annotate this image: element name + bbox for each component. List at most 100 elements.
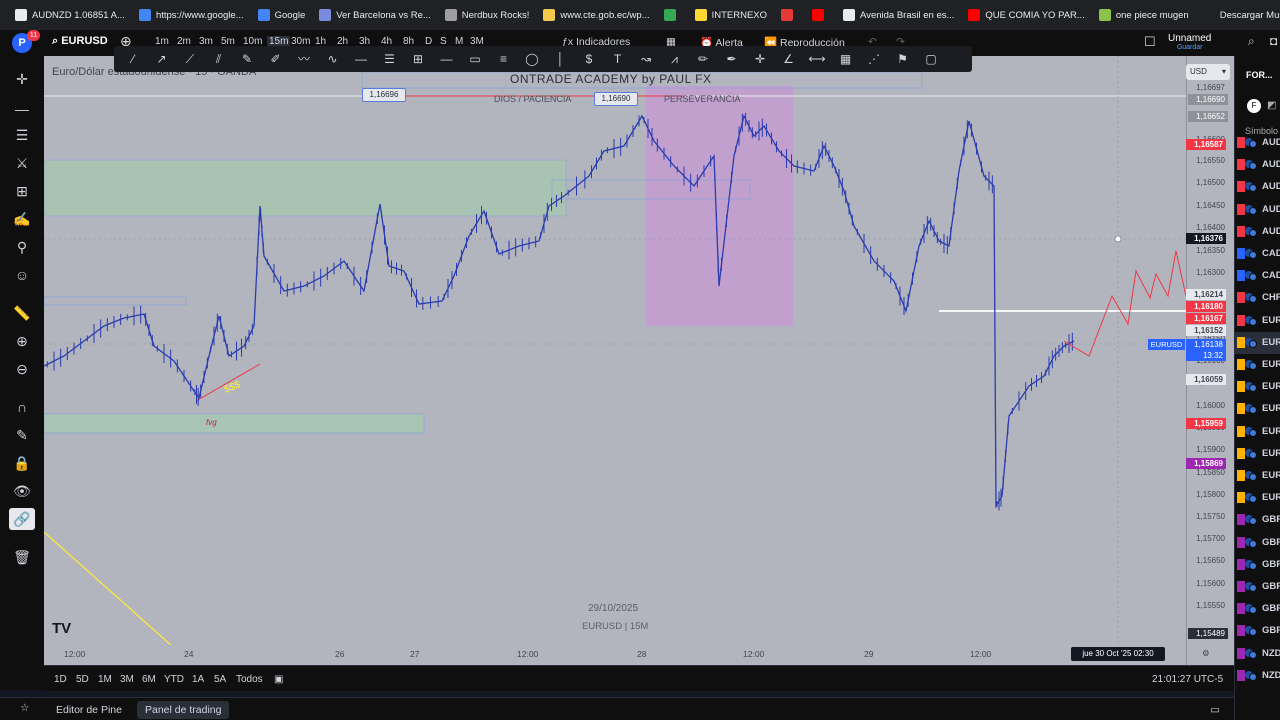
chart-pane[interactable]: Euro/Dólar estadounidense · 15 · OANDA O… (44, 56, 1186, 665)
smiley-icon[interactable]: ☺ (9, 264, 35, 286)
watchlist-row[interactable]: GBP (1235, 532, 1280, 554)
flag-filter-icon[interactable]: F (1247, 99, 1261, 113)
bookmark-item[interactable]: one piece mugen (1092, 0, 1196, 30)
bookmark-item[interactable]: Nerdbux Rocks! (438, 0, 537, 30)
line-price-tag-left[interactable]: 1,16696 (362, 88, 406, 102)
watchlist-row[interactable]: CHF (1235, 287, 1280, 309)
bookmark-item[interactable]: www.cte.gob.ec/wp... (536, 0, 656, 30)
bookmark-item[interactable] (774, 0, 805, 30)
flag-icon[interactable]: ⚑ (894, 50, 912, 68)
range-6m[interactable]: 6M (142, 674, 156, 685)
link-icon[interactable]: 🔗 (9, 508, 35, 530)
perseverancia-text[interactable]: PERSEVERANCIA (664, 94, 741, 104)
row-flag-marker[interactable] (1237, 625, 1245, 637)
forecast-icon[interactable]: ⚲ (9, 236, 35, 258)
row-flag-marker[interactable] (1237, 558, 1245, 570)
range-1m[interactable]: 1M (98, 674, 112, 685)
bookmark-item[interactable]: Google (251, 0, 313, 30)
fvg-label[interactable]: fvg (206, 418, 217, 427)
pen-icon[interactable]: ✐ (267, 50, 285, 68)
trend-line-icon[interactable]: — (9, 98, 35, 120)
zoom-out-icon[interactable]: ⊖ (9, 358, 35, 380)
layout-name-button[interactable]: Unnamed Guardar (1168, 33, 1211, 51)
brush-icon[interactable]: ✍ (9, 208, 35, 230)
fib-grid-icon[interactable]: ⊞ (9, 180, 35, 202)
row-flag-marker[interactable] (1237, 314, 1245, 326)
row-flag-marker[interactable] (1237, 292, 1245, 304)
watchlist-row[interactable]: GBP (1235, 509, 1280, 531)
price-label-icon[interactable]: $ (580, 50, 598, 68)
pencil-icon[interactable]: ✏ (694, 50, 712, 68)
table-icon[interactable]: ▦ (837, 50, 855, 68)
watchlist-row[interactable]: GBP (1235, 554, 1280, 576)
row-flag-marker[interactable] (1237, 225, 1245, 237)
bookmark-item[interactable] (805, 0, 836, 30)
time-axis[interactable]: jue 30 Oct '25 02:30 12:00 24 26 27 12:00 28 1… (44, 645, 1210, 665)
symbol-search-button[interactable]: ⌕ EURUSD (52, 35, 108, 48)
row-flag-marker[interactable] (1237, 359, 1245, 370)
curve-icon[interactable]: ∿ (324, 50, 342, 68)
bookmark-item[interactable]: QUE COMIA YO PAR... (961, 0, 1091, 30)
row-flag-marker[interactable] (1237, 603, 1245, 615)
pattern-icon[interactable]: ⋰ (865, 50, 883, 68)
bookmark-item[interactable]: Avenida Brasil en es... (836, 0, 961, 30)
cursor-crosshair-icon[interactable]: ✛ (9, 68, 35, 90)
ruler-icon[interactable]: 📏 (9, 302, 35, 324)
watchlist-row[interactable]: EUR (1235, 487, 1280, 509)
row-flag-marker[interactable] (1237, 381, 1245, 393)
tab-pine-editor[interactable]: Editor de Pine (48, 701, 130, 719)
row-flag-marker[interactable] (1237, 181, 1245, 193)
tab-trading-panel[interactable]: Panel de trading (137, 701, 230, 719)
range-1d[interactable]: 1D (54, 674, 67, 685)
killzone-rect[interactable] (646, 86, 793, 326)
watchlist-row[interactable]: EUR (1235, 398, 1280, 420)
bookmark-item[interactable]: INTERNEXO (688, 0, 774, 30)
watchlist-row[interactable]: CAD (1235, 243, 1280, 265)
watchlist-row[interactable]: NZD (1235, 643, 1280, 665)
text-icon[interactable]: T (609, 50, 627, 68)
date-range-icon[interactable]: ⟷ (808, 50, 826, 68)
angle-icon[interactable]: ∠ (780, 50, 798, 68)
fullscreen-square-icon[interactable]: ☐ (1144, 34, 1156, 50)
row-flag-marker[interactable] (1237, 248, 1245, 259)
fvg-zone-rect[interactable] (44, 413, 425, 434)
watchlist-row[interactable]: GBP (1235, 576, 1280, 598)
row-flag-marker[interactable] (1237, 470, 1245, 481)
range-rect[interactable] (44, 296, 187, 306)
rectangle-icon[interactable]: ▭ (466, 50, 484, 68)
horizontal-lines-icon[interactable]: ☰ (381, 50, 399, 68)
academy-text-annotation[interactable]: ONTRADE ACADEMY by PAUL FX (510, 72, 712, 86)
crosshair-dot[interactable] (1114, 235, 1122, 243)
watchlist-row[interactable]: AUD (1235, 221, 1280, 243)
watchlist-row[interactable]: AUD (1235, 176, 1280, 198)
watchlist-row[interactable]: NZD (1235, 665, 1280, 687)
path-icon[interactable]: 〰 (295, 50, 313, 68)
row-flag-marker[interactable] (1237, 336, 1245, 348)
ellipse-icon[interactable]: ◯ (523, 50, 541, 68)
watchlist-title[interactable]: FOR... (1246, 70, 1273, 80)
calendar-icon[interactable]: ▣ (274, 674, 283, 685)
bookmark-item[interactable]: Ver Barcelona vs Re... (312, 0, 438, 30)
watchlist-row[interactable]: EUR (1235, 443, 1280, 465)
range-todos[interactable]: Todos (236, 674, 263, 685)
settings-gear-icon[interactable]: ⚙ (1202, 648, 1210, 659)
tradingview-logo[interactable]: TV (52, 620, 71, 637)
horizontal-lines-icon[interactable]: ☰ (9, 124, 35, 146)
range-3m[interactable]: 3M (120, 674, 134, 685)
row-flag-marker[interactable] (1237, 159, 1245, 171)
currency-selector[interactable]: USD ▾ (1186, 64, 1230, 80)
watchlist-row[interactable]: EUR (1235, 310, 1280, 332)
range-5d[interactable]: 5D (76, 674, 89, 685)
watchlist-row[interactable]: EUR (1235, 376, 1280, 398)
crosshair-icon[interactable]: ✛ (751, 50, 769, 68)
row-flag-marker[interactable] (1237, 203, 1245, 215)
watchlist-row[interactable]: AUD (1235, 132, 1280, 154)
pencil-lock-icon[interactable]: ✎ (9, 424, 35, 446)
chart-icon[interactable]: ◩ (1267, 100, 1276, 111)
row-flag-marker[interactable] (1237, 425, 1245, 437)
row-flag-marker[interactable] (1237, 536, 1245, 548)
brush-icon[interactable]: ✎ (238, 50, 256, 68)
zigzag-icon[interactable]: ⩘ (666, 50, 684, 68)
info-line-icon[interactable]: ⟋ (181, 50, 199, 68)
line-icon[interactable]: — (352, 50, 370, 68)
